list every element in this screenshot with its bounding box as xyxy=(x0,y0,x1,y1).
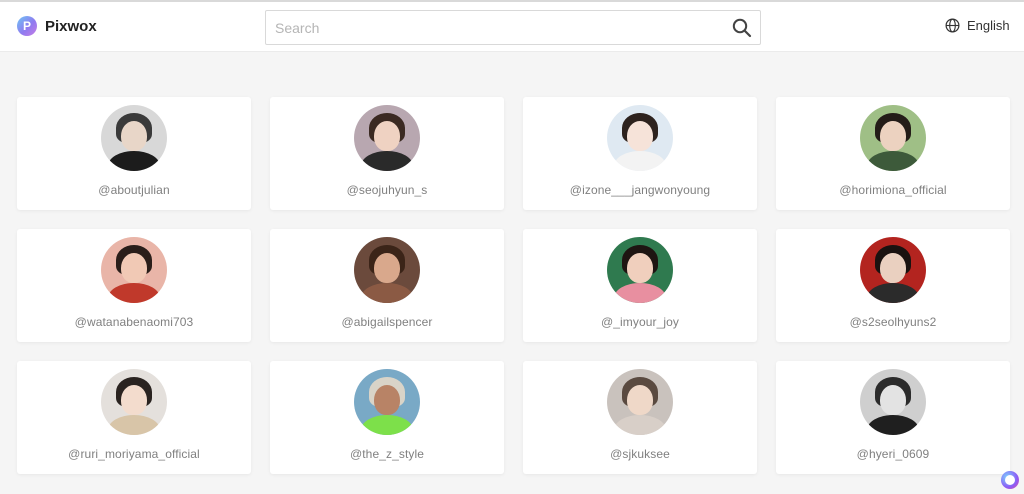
profile-handle[interactable]: @watanabenaomi703 xyxy=(17,315,251,329)
profile-card[interactable]: @horimiona_official xyxy=(776,97,1010,210)
language-selector[interactable]: English xyxy=(945,18,1010,33)
profile-card[interactable]: @the_z_style xyxy=(270,361,504,474)
profile-handle[interactable]: @_imyour_joy xyxy=(523,315,757,329)
profile-avatar[interactable] xyxy=(101,237,167,303)
profile-avatar[interactable] xyxy=(101,105,167,171)
profile-avatar[interactable] xyxy=(354,237,420,303)
profile-avatar[interactable] xyxy=(607,237,673,303)
top-navbar: P Pixwox English xyxy=(0,2,1024,52)
profile-avatar[interactable] xyxy=(860,237,926,303)
profile-card[interactable]: @watanabenaomi703 xyxy=(17,229,251,342)
profile-card[interactable]: @aboutjulian xyxy=(17,97,251,210)
profile-avatar[interactable] xyxy=(607,369,673,435)
profile-avatar[interactable] xyxy=(354,369,420,435)
profile-card[interactable]: @izone___jangwonyoung xyxy=(523,97,757,210)
search-button[interactable] xyxy=(732,18,752,38)
profile-card[interactable]: @abigailspencer xyxy=(270,229,504,342)
language-label: English xyxy=(967,18,1010,33)
profile-handle[interactable]: @abigailspencer xyxy=(270,315,504,329)
profile-handle[interactable]: @s2seolhyuns2 xyxy=(776,315,1010,329)
profile-handle[interactable]: @the_z_style xyxy=(270,447,504,461)
profile-card[interactable]: @hyeri_0609 xyxy=(776,361,1010,474)
profile-handle[interactable]: @ruri_moriyama_official xyxy=(17,447,251,461)
logo-icon: P xyxy=(17,16,37,36)
search-box xyxy=(265,10,761,45)
profile-card[interactable]: @seojuhyun_s xyxy=(270,97,504,210)
assistant-widget-icon[interactable] xyxy=(1001,471,1019,489)
profile-handle[interactable]: @horimiona_official xyxy=(776,183,1010,197)
profile-handle[interactable]: @hyeri_0609 xyxy=(776,447,1010,461)
profile-avatar[interactable] xyxy=(860,369,926,435)
profile-card[interactable]: @ruri_moriyama_official xyxy=(17,361,251,474)
profile-card[interactable]: @_imyour_joy xyxy=(523,229,757,342)
profile-avatar[interactable] xyxy=(860,105,926,171)
profile-avatar[interactable] xyxy=(101,369,167,435)
profile-avatar[interactable] xyxy=(607,105,673,171)
profile-handle[interactable]: @izone___jangwonyoung xyxy=(523,183,757,197)
search-icon xyxy=(732,18,752,38)
profile-handle[interactable]: @sjkuksee xyxy=(523,447,757,461)
site-name: Pixwox xyxy=(45,17,97,35)
profile-grid: @aboutjulian @seojuhyun_s @izone___jangwon… xyxy=(17,97,1010,474)
profile-card[interactable]: @sjkuksee xyxy=(523,361,757,474)
search-input[interactable] xyxy=(266,11,726,44)
profile-avatar[interactable] xyxy=(354,105,420,171)
profile-card[interactable]: @s2seolhyuns2 xyxy=(776,229,1010,342)
profile-handle[interactable]: @seojuhyun_s xyxy=(270,183,504,197)
site-logo[interactable]: P Pixwox xyxy=(17,16,97,36)
profile-handle[interactable]: @aboutjulian xyxy=(17,183,251,197)
globe-icon xyxy=(945,18,960,33)
